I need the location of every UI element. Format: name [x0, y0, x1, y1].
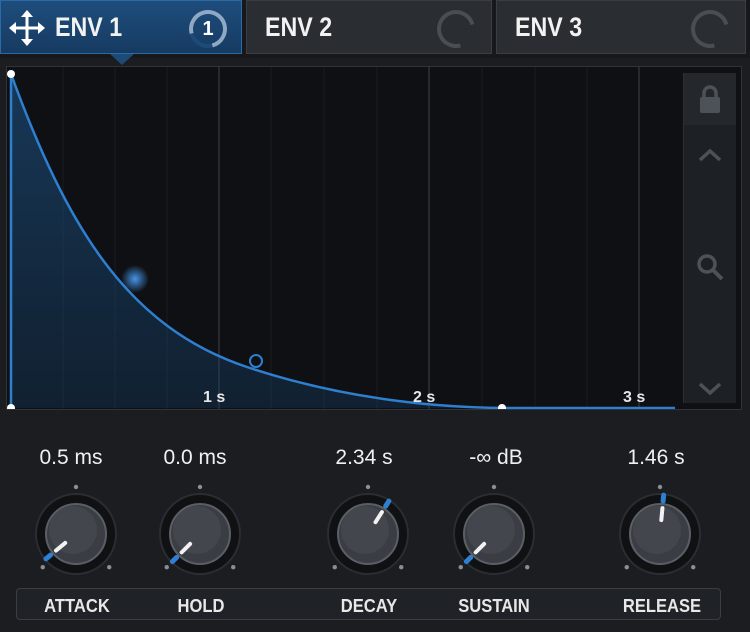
- knob-highlight: [49, 506, 97, 554]
- time-label-2s: 2 s: [413, 389, 436, 406]
- move-icon[interactable]: [9, 10, 45, 46]
- release-value[interactable]: 1.46 s: [581, 446, 731, 470]
- knob-center-tick: [365, 484, 371, 490]
- active-tab-pointer: [110, 54, 134, 65]
- knob-center-tick: [73, 484, 79, 490]
- chevron-down-icon: [698, 382, 722, 396]
- attack-point[interactable]: [7, 70, 15, 78]
- knob-min-tick: [458, 565, 463, 570]
- knob-max-tick: [231, 565, 236, 570]
- tab-env-1[interactable]: ENV 1 1: [0, 0, 242, 55]
- hold-value[interactable]: 0.0 ms: [120, 446, 270, 470]
- time-label-3s: 3 s: [623, 389, 646, 406]
- tab-env-1-label: ENV 1: [55, 11, 123, 42]
- knob-max-tick: [107, 565, 112, 570]
- tab-env-3[interactable]: ENV 3: [496, 0, 746, 55]
- decay-knob[interactable]: [318, 484, 418, 584]
- knob-value-marker: [43, 552, 54, 562]
- knob-max-tick: [525, 565, 530, 570]
- knob-min-tick: [624, 565, 629, 570]
- knob-value-marker: [169, 554, 180, 565]
- envelope-tab-bar: ENV 1 1 ENV 2 ENV 3: [0, 0, 750, 65]
- attack-knob[interactable]: [26, 484, 126, 584]
- graph-side-toolbar: [683, 73, 736, 403]
- knob-value-marker: [463, 554, 474, 565]
- attack-label: ATTACK: [44, 596, 110, 616]
- hold-knob[interactable]: [150, 484, 250, 584]
- knob-center-tick: [491, 484, 497, 490]
- knob-pointer: [659, 506, 665, 523]
- knob-max-tick: [399, 565, 404, 570]
- sustain-label: SUSTAIN: [458, 596, 530, 616]
- time-label-1s: 1 s: [203, 389, 226, 406]
- magnifier-icon: [697, 254, 724, 281]
- scroll-down-button[interactable]: [684, 363, 736, 415]
- envelope-controls: 0.5 ms 0.0 ms 2.34 s -∞ dB 1.46 s ATTACK…: [0, 420, 750, 632]
- sustain-knob[interactable]: [444, 484, 544, 584]
- release-label: RELEASE: [622, 596, 702, 616]
- envelope-curve-canvas[interactable]: [7, 67, 681, 409]
- knob-value-marker: [383, 498, 392, 509]
- lock-icon: [700, 85, 720, 113]
- mod-ring-icon: [430, 3, 482, 55]
- knob-center-tick: [197, 484, 203, 490]
- knob-max-tick: [691, 565, 696, 570]
- curve-handle-glow[interactable]: [121, 265, 149, 293]
- sustain-point[interactable]: [498, 404, 506, 409]
- knob-min-tick: [40, 565, 45, 570]
- tab-env-2-label: ENV 2: [265, 11, 333, 42]
- knob-min-tick: [164, 565, 169, 570]
- envelope-graph[interactable]: 1 s 2 s 3 s: [6, 66, 742, 410]
- tab-env-3-label: ENV 3: [515, 11, 583, 42]
- tab-env-1-badge: 1: [202, 17, 214, 40]
- hold-label: HOLD: [177, 596, 225, 616]
- decay-value[interactable]: 2.34 s: [289, 446, 439, 470]
- sustain-value[interactable]: -∞ dB: [421, 446, 571, 470]
- decay-curve-handle[interactable]: [249, 354, 263, 368]
- decay-label: DECAY: [340, 596, 398, 616]
- knob-highlight: [173, 506, 221, 554]
- chevron-up-icon: [698, 148, 722, 162]
- knob-highlight: [467, 506, 515, 554]
- knob-center-tick: [657, 484, 663, 490]
- scroll-up-button[interactable]: [684, 129, 736, 181]
- zoom-button[interactable]: [684, 241, 736, 293]
- tab-env-2[interactable]: ENV 2: [246, 0, 492, 55]
- knob-value-marker: [660, 492, 667, 504]
- knob-highlight: [633, 506, 681, 554]
- release-knob[interactable]: [610, 484, 710, 584]
- lock-button[interactable]: [684, 73, 736, 125]
- mod-ring-icon: [684, 3, 736, 55]
- knob-min-tick: [332, 565, 337, 570]
